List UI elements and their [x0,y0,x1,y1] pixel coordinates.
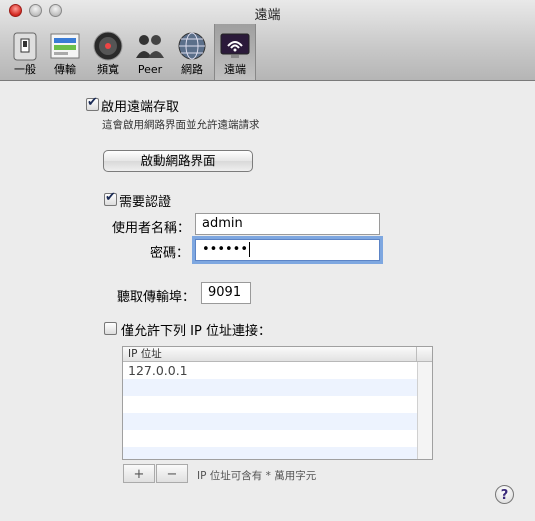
toolbar-item-peer[interactable]: Peer [130,28,170,78]
add-ip-button[interactable]: + [123,464,155,483]
toolbar-label: 遠端 [224,63,246,76]
password-label: 密碼： [150,246,190,261]
speedometer-icon [93,31,123,61]
toolbar-item-general[interactable]: 一般 [5,28,45,78]
port-label: 聽取傳輸埠： [117,290,196,305]
switch-icon [13,32,37,61]
toolbar-label: 頻寬 [97,63,119,76]
table-row[interactable] [123,430,432,447]
toolbar-label: Peer [137,63,163,76]
ip-column-header[interactable]: IP 位址 [123,347,432,362]
password-value: •••••• [202,242,249,257]
table-row[interactable] [123,379,432,396]
help-button[interactable]: ? [495,485,514,504]
toolbar-item-network[interactable]: 網路 [172,28,212,78]
toolbar-item-transfers[interactable]: 傳輸 [45,28,85,78]
password-field[interactable]: •••••• [195,239,380,261]
toolbar-label: 傳輸 [54,63,76,76]
table-row[interactable] [123,447,432,459]
enable-remote-checkbox[interactable] [86,95,99,111]
username-label: 使用者名稱： [112,221,191,236]
port-field[interactable]: 9091 [201,282,251,304]
remove-ip-button[interactable]: − [156,464,188,483]
require-auth-checkbox[interactable] [104,190,117,206]
require-auth-label: 需要認證 [119,195,172,210]
wildcard-hint: IP 位址可含有 * 萬用字元 [197,470,317,482]
titlebar: 遠端 一般 傳輸 頻寬 Peer 網路 遠端 [0,0,535,81]
toolbar-label: 一般 [14,63,36,76]
window-title: 遠端 [254,8,281,23]
enable-remote-label: 啟用遠端存取 [101,100,180,115]
remote-icon [220,33,250,58]
toolbar-item-remote[interactable]: 遠端 [214,24,256,80]
username-field[interactable]: admin [195,213,380,235]
toolbar-item-bandwidth[interactable]: 頻寬 [88,28,128,78]
ip-only-checkbox[interactable] [104,322,117,335]
text-caret [249,242,251,257]
launch-web-interface-button[interactable]: 啟動網路界面 [103,150,253,172]
enable-remote-description: 這會啟用網路界面並允許遠端請求 [102,119,260,131]
table-row[interactable]: 127.0.0.1 [123,362,432,379]
toolbar-label: 網路 [181,63,203,76]
peers-icon [136,35,164,58]
table-row[interactable] [123,413,432,430]
vertical-scrollbar[interactable] [417,362,432,459]
transfers-icon [50,33,80,59]
ip-address-table[interactable]: IP 位址 127.0.0.1 [122,346,433,460]
globe-icon [178,32,206,60]
ip-only-label: 僅允許下列 IP 位址連接： [121,324,271,339]
table-row[interactable] [123,396,432,413]
